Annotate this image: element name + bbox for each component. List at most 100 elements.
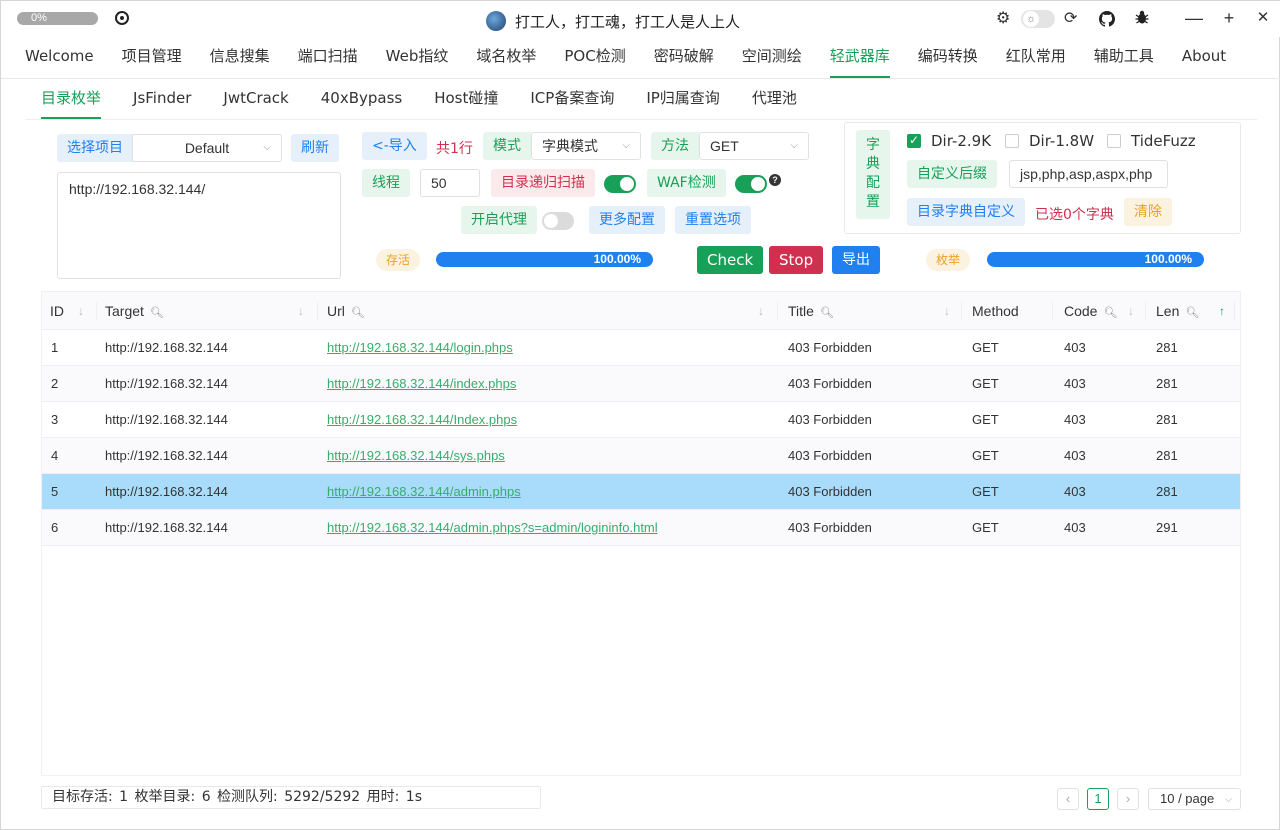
sub-tabs: 目录枚举 JsFinder JwtCrack 40xBypass Host碰撞 ICP备案…: [25, 79, 813, 121]
cell-url[interactable]: http://192.168.32.144/Index.phps: [327, 402, 517, 438]
col-header-id[interactable]: ID: [50, 292, 64, 330]
reset-options-button[interactable]: 重置选项: [675, 206, 751, 234]
menu-item[interactable]: 域名枚举: [462, 37, 550, 78]
table-row[interactable]: 6 http://192.168.32.144 http://192.168.32.…: [42, 510, 1240, 546]
sub-tabs-divider: [25, 119, 1257, 120]
results-table: ID ↓ Target 🔍︎ ↓ Url 🔍︎ ↓ Title 🔍︎ ↓ Method…: [41, 291, 1241, 776]
col-header-code[interactable]: Code 🔍︎: [1064, 292, 1117, 330]
col-header-len-label: Len: [1156, 303, 1180, 319]
stop-button[interactable]: Stop: [769, 246, 824, 274]
sub-tab[interactable]: 代理池: [736, 79, 813, 121]
menu-item[interactable]: 空间测绘: [728, 37, 816, 78]
menu-item[interactable]: POC检测: [550, 37, 639, 78]
table-header: ID ↓ Target 🔍︎ ↓ Url 🔍︎ ↓ Title 🔍︎ ↓ Method…: [42, 292, 1240, 330]
settings-gear-icon[interactable]: ⚙: [996, 9, 1010, 29]
sort-icon[interactable]: ↓: [1128, 292, 1134, 330]
sub-tab[interactable]: ICP备案查询: [514, 79, 630, 121]
cell-code: 403: [1064, 520, 1086, 535]
table-row[interactable]: 1 http://192.168.32.144 http://192.168.32.…: [42, 330, 1240, 366]
theme-toggle[interactable]: [1021, 10, 1055, 28]
targets-textarea[interactable]: http://192.168.32.144/: [57, 172, 341, 279]
cell-title: 403 Forbidden: [788, 484, 872, 499]
search-icon[interactable]: 🔍︎: [820, 307, 834, 319]
sub-tab[interactable]: IP归属查询: [630, 79, 735, 121]
github-icon[interactable]: [1099, 11, 1115, 27]
table-row[interactable]: 2 http://192.168.32.144 http://192.168.32.…: [42, 366, 1240, 402]
cell-url[interactable]: http://192.168.32.144/sys.phps: [327, 438, 505, 474]
table-row[interactable]: 3 http://192.168.32.144 http://192.168.32.…: [42, 402, 1240, 438]
menu-item[interactable]: 信息搜集: [196, 37, 284, 78]
menu-item[interactable]: Welcome: [11, 37, 108, 78]
dict-checkbox[interactable]: [1107, 134, 1121, 148]
check-button[interactable]: Check: [697, 246, 764, 274]
sub-tab[interactable]: Host碰撞: [418, 79, 514, 121]
search-icon[interactable]: 🔍︎: [351, 307, 365, 319]
method-select-value: GET: [710, 138, 739, 154]
menu-item[interactable]: 端口扫描: [284, 37, 372, 78]
sort-icon[interactable]: ↓: [78, 292, 84, 330]
refresh-icon[interactable]: ⟳: [1064, 9, 1077, 29]
table-row[interactable]: 4 http://192.168.32.144 http://192.168.32.…: [42, 438, 1240, 474]
threads-input[interactable]: 50: [420, 169, 480, 197]
cell-url[interactable]: http://192.168.32.144/admin.phps: [327, 474, 521, 510]
sort-icon[interactable]: ↓: [298, 292, 304, 330]
search-icon[interactable]: 🔍︎: [150, 307, 164, 319]
dict-checkbox[interactable]: [1005, 134, 1019, 148]
method-select[interactable]: GET ⌵: [699, 132, 809, 160]
menu-item[interactable]: 红队常用: [992, 37, 1080, 78]
menu-item[interactable]: Web指纹: [372, 37, 463, 78]
cell-url[interactable]: http://192.168.32.144/login.phps: [327, 330, 513, 366]
page-1-button[interactable]: 1: [1087, 788, 1109, 810]
bug-icon[interactable]: [1134, 9, 1150, 31]
prev-page-button[interactable]: ‹: [1057, 788, 1079, 810]
col-header-title[interactable]: Title 🔍︎: [788, 292, 834, 330]
menu-item[interactable]: About: [1168, 37, 1240, 78]
sub-tab[interactable]: JsFinder: [117, 79, 207, 121]
record-icon[interactable]: [115, 11, 129, 25]
export-button[interactable]: 导出: [832, 246, 880, 274]
col-header-target[interactable]: Target 🔍︎: [105, 292, 164, 330]
sub-tab[interactable]: 目录枚举: [25, 79, 117, 121]
search-icon[interactable]: 🔍︎: [1103, 307, 1117, 319]
cell-method: GET: [972, 484, 999, 499]
col-header-url-label: Url: [327, 303, 345, 319]
page-size-select[interactable]: 10 / page ⌵: [1148, 788, 1241, 810]
recursive-scan-switch[interactable]: [604, 175, 636, 193]
search-icon[interactable]: 🔍︎: [1185, 307, 1199, 319]
col-header-len[interactable]: Len 🔍︎: [1156, 292, 1199, 330]
menu-item[interactable]: 密码破解: [640, 37, 728, 78]
col-header-url[interactable]: Url 🔍︎: [327, 292, 365, 330]
maximize-button[interactable]: +: [1214, 7, 1244, 31]
close-button[interactable]: ✕: [1248, 7, 1278, 31]
import-button[interactable]: <-导入: [362, 132, 427, 160]
menu-item[interactable]: 轻武器库: [816, 37, 904, 78]
col-header-method[interactable]: Method: [972, 292, 1019, 330]
proxy-switch[interactable]: [542, 212, 574, 230]
help-icon[interactable]: ?: [769, 174, 781, 186]
sort-icon[interactable]: ↓: [758, 292, 764, 330]
menu-item[interactable]: 项目管理: [108, 37, 196, 78]
sort-ascending-icon[interactable]: ↑: [1219, 292, 1225, 330]
cell-code: 403: [1064, 376, 1086, 391]
cell-target: http://192.168.32.144: [105, 484, 228, 499]
custom-dict-button[interactable]: 目录字典自定义: [907, 198, 1025, 226]
project-select[interactable]: Default ⌵: [132, 134, 282, 162]
project-select-value: Default: [184, 140, 230, 156]
cell-url[interactable]: http://192.168.32.144/admin.phps?s=admin…: [327, 510, 658, 546]
more-config-button[interactable]: 更多配置: [589, 206, 665, 234]
dict-checkbox[interactable]: [907, 133, 921, 148]
custom-suffix-input[interactable]: jsp,php,asp,aspx,php: [1009, 160, 1168, 188]
sub-tab[interactable]: 40xBypass: [305, 79, 418, 121]
waf-detect-switch[interactable]: [735, 175, 767, 193]
menu-item[interactable]: 辅助工具: [1080, 37, 1168, 78]
sort-icon[interactable]: ↓: [944, 292, 950, 330]
table-row[interactable]: 5 http://192.168.32.144 http://192.168.32.…: [42, 474, 1240, 510]
minimize-button[interactable]: —: [1179, 7, 1209, 31]
refresh-button[interactable]: 刷新: [291, 134, 339, 162]
sub-tab[interactable]: JwtCrack: [207, 79, 304, 121]
clear-button[interactable]: 清除: [1124, 198, 1172, 226]
menu-item[interactable]: 编码转换: [904, 37, 992, 78]
cell-url[interactable]: http://192.168.32.144/index.phps: [327, 366, 516, 402]
next-page-button[interactable]: ›: [1117, 788, 1139, 810]
mode-select[interactable]: 字典模式 ⌵: [531, 132, 641, 160]
